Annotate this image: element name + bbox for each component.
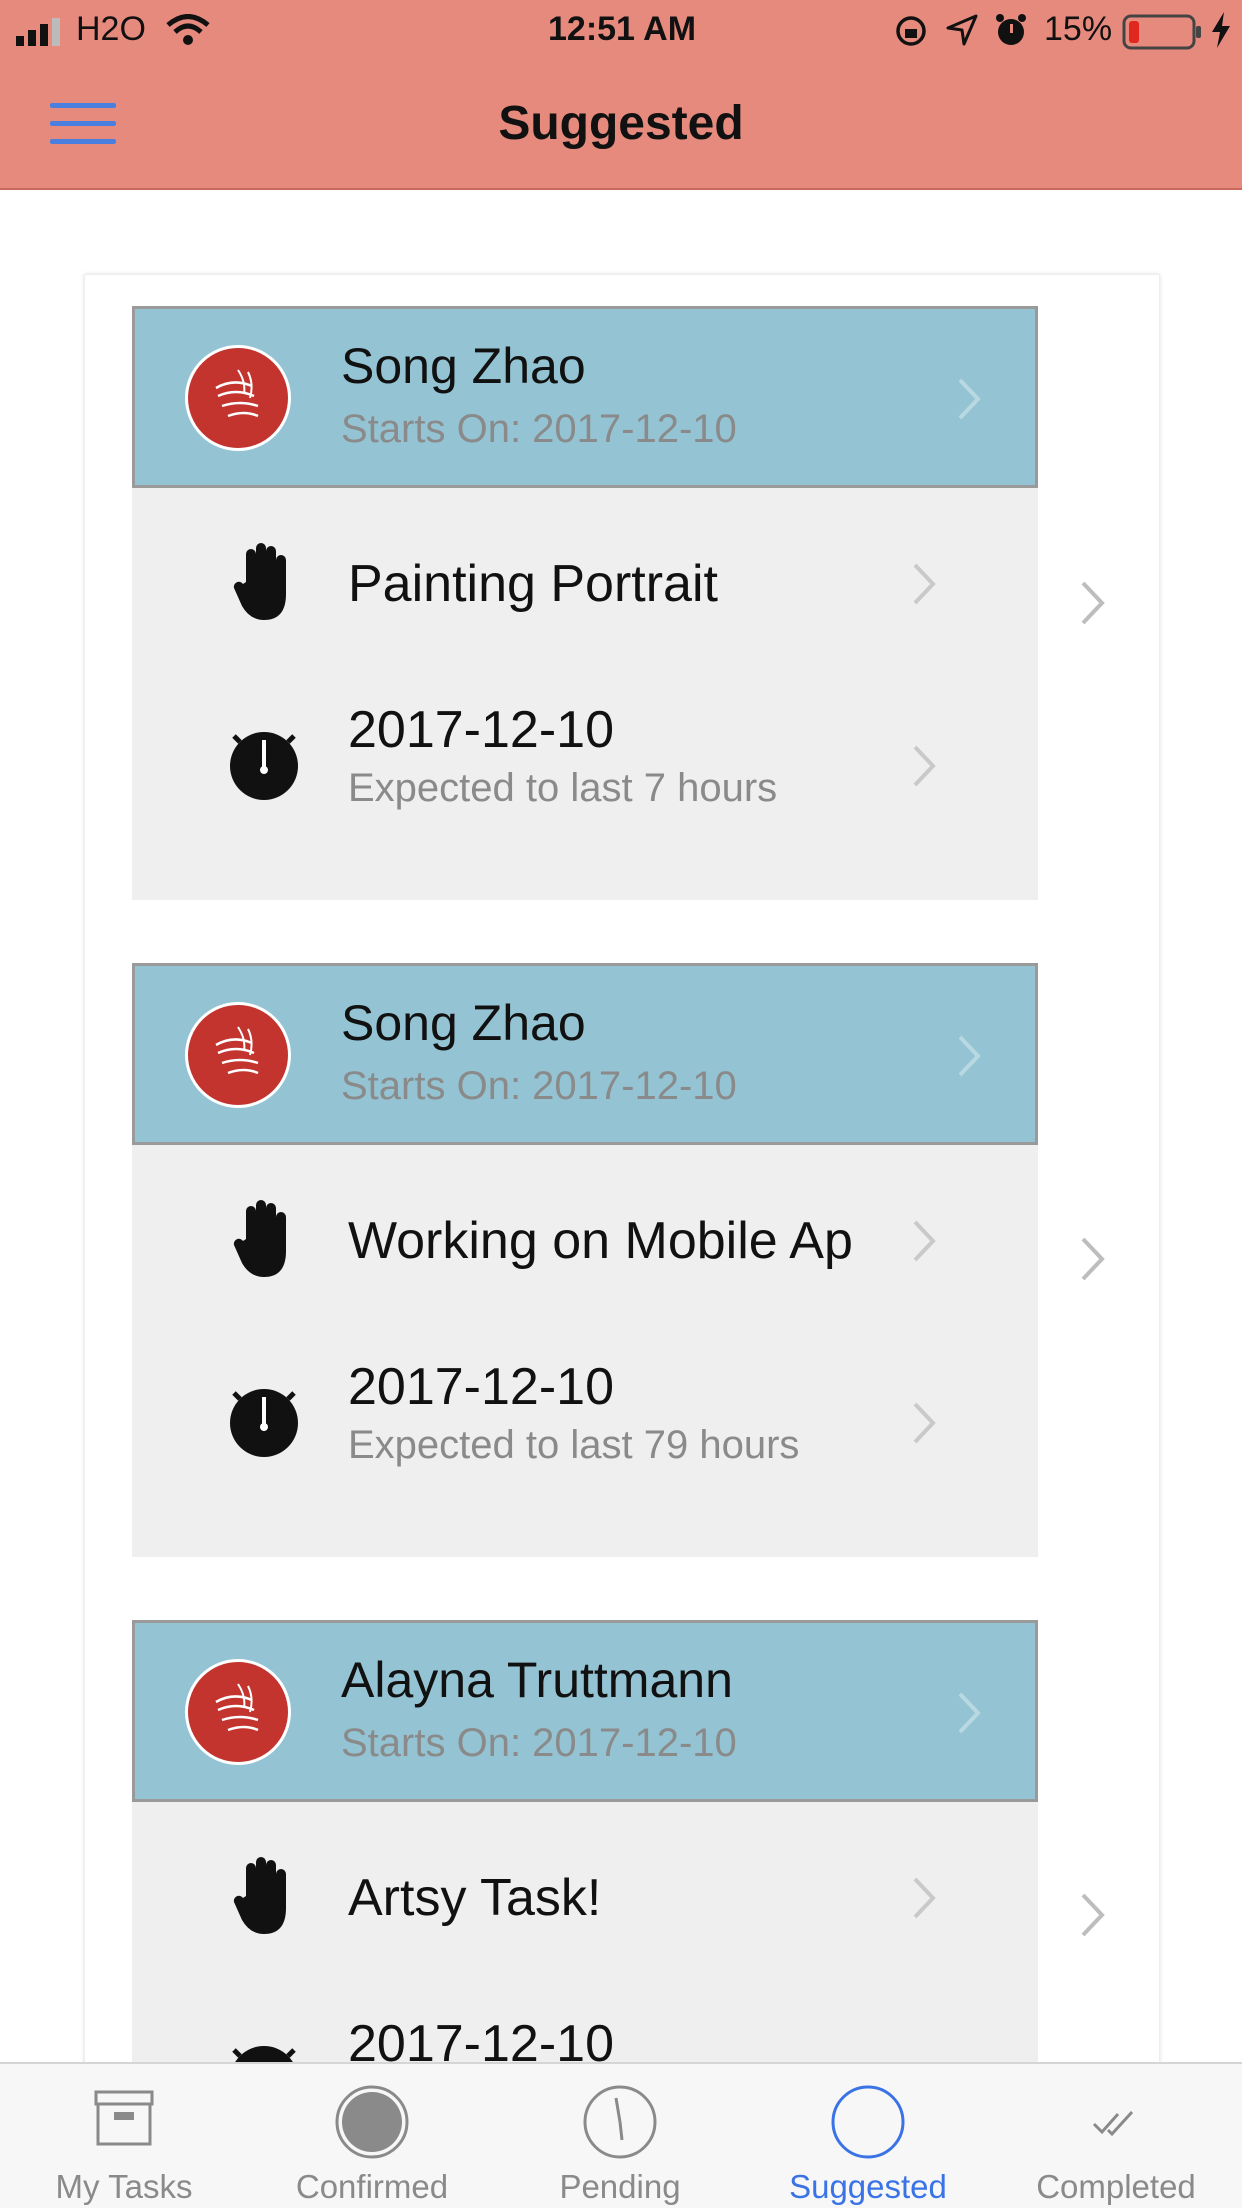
signal-icon bbox=[16, 18, 60, 46]
person-row[interactable]: Song Zhao Starts On: 2017-12-10 bbox=[132, 963, 1038, 1145]
rotation-lock-icon bbox=[896, 16, 926, 46]
task-group: Alayna Truttmann Starts On: 2017-12-10 A… bbox=[132, 1620, 1038, 2062]
task-duration: Expected to last 7 hours bbox=[348, 766, 778, 810]
hand-icon bbox=[233, 1857, 286, 1934]
chevron-right-icon bbox=[913, 563, 936, 605]
bottom-tab-bar: My Tasks Confirmed Pending Suggested Com… bbox=[0, 2062, 1242, 2208]
hand-icon bbox=[233, 543, 286, 620]
double-check-icon bbox=[1092, 2110, 1134, 2137]
status-bar: H2O 12:51 AM 15% bbox=[0, 0, 1242, 62]
tab-my-tasks[interactable]: My Tasks bbox=[0, 2064, 248, 2210]
chevron-right-icon bbox=[913, 1220, 936, 1262]
hand-icon bbox=[233, 1200, 286, 1277]
tab-pending[interactable]: Pending bbox=[496, 2064, 744, 2210]
stopwatch-icon bbox=[230, 1389, 298, 1457]
person-name: Song Zhao bbox=[341, 995, 586, 1051]
task-title[interactable]: Painting Portrait bbox=[348, 554, 718, 614]
task-details: Painting Portrait 2017-12-10 Expected to… bbox=[132, 488, 1038, 900]
chevron-right-icon[interactable] bbox=[1080, 580, 1106, 626]
tab-suggested[interactable]: Suggested bbox=[744, 2064, 992, 2210]
avatar bbox=[185, 1659, 291, 1765]
chevron-right-icon[interactable] bbox=[1080, 1236, 1106, 1282]
task-details: Artsy Task! 2017-12-10 bbox=[132, 1802, 1038, 2062]
hands-logo-icon bbox=[215, 369, 259, 418]
start-date: Starts On: 2017-12-10 bbox=[341, 1064, 737, 1108]
wifi-icon bbox=[166, 14, 210, 45]
task-duration: Expected to last 79 hours bbox=[348, 1423, 800, 1467]
chevron-right-icon[interactable] bbox=[1080, 1892, 1106, 1938]
chevron-right-icon bbox=[913, 1877, 936, 1919]
avatar bbox=[185, 1002, 291, 1108]
chevron-right-icon bbox=[958, 378, 981, 420]
start-date: Starts On: 2017-12-10 bbox=[341, 407, 737, 451]
task-date[interactable]: 2017-12-10 bbox=[348, 700, 614, 760]
stopwatch-icon bbox=[230, 732, 298, 800]
tab-completed[interactable]: Completed bbox=[992, 2064, 1240, 2210]
chevron-right-icon bbox=[913, 1402, 936, 1444]
start-date: Starts On: 2017-12-10 bbox=[341, 1721, 737, 1765]
battery-percent: 15% bbox=[1044, 10, 1113, 48]
page-title: Suggested bbox=[498, 97, 744, 150]
filled-circle-icon bbox=[335, 2085, 409, 2159]
task-date[interactable]: 2017-12-10 bbox=[348, 1357, 614, 1417]
tab-label: Pending bbox=[559, 2168, 681, 2205]
person-row[interactable]: Song Zhao Starts On: 2017-12-10 bbox=[132, 306, 1038, 488]
alarm-icon bbox=[996, 14, 1026, 45]
hands-logo-icon bbox=[215, 1683, 259, 1732]
charging-icon bbox=[1212, 12, 1230, 48]
clock-label: 12:51 AM bbox=[548, 10, 697, 48]
person-name: Alayna Truttmann bbox=[341, 1652, 733, 1708]
stopwatch-icon bbox=[232, 2046, 296, 2062]
task-title[interactable]: Artsy Task! bbox=[348, 1868, 601, 1928]
chevron-right-icon bbox=[958, 1692, 981, 1734]
chevron-right-icon bbox=[958, 1035, 981, 1077]
header-bar: H2O 12:51 AM 15% Suggested bbox=[0, 0, 1242, 190]
task-date[interactable]: 2017-12-10 bbox=[348, 2014, 614, 2062]
avatar bbox=[185, 345, 291, 451]
battery-icon bbox=[1122, 14, 1201, 50]
carrier-label: H2O bbox=[76, 10, 146, 48]
chevron-right-icon bbox=[913, 745, 936, 787]
task-title[interactable]: Working on Mobile Ap bbox=[348, 1211, 853, 1271]
archive-box-icon bbox=[94, 2090, 154, 2146]
empty-circle-icon bbox=[831, 2085, 905, 2159]
hands-logo-icon bbox=[215, 1026, 259, 1075]
tab-label: Suggested bbox=[789, 2168, 947, 2205]
tab-label: Confirmed bbox=[295, 2168, 449, 2205]
tab-label: My Tasks bbox=[55, 2168, 193, 2205]
location-icon bbox=[946, 14, 978, 46]
person-row[interactable]: Alayna Truttmann Starts On: 2017-12-10 bbox=[132, 1620, 1038, 1802]
clock-icon bbox=[583, 2085, 657, 2159]
task-details: Working on Mobile Ap 2017-12-10 Expected… bbox=[132, 1145, 1038, 1557]
person-name: Song Zhao bbox=[341, 338, 586, 394]
tab-label: Completed bbox=[1036, 2168, 1196, 2205]
tab-confirmed[interactable]: Confirmed bbox=[248, 2064, 496, 2210]
